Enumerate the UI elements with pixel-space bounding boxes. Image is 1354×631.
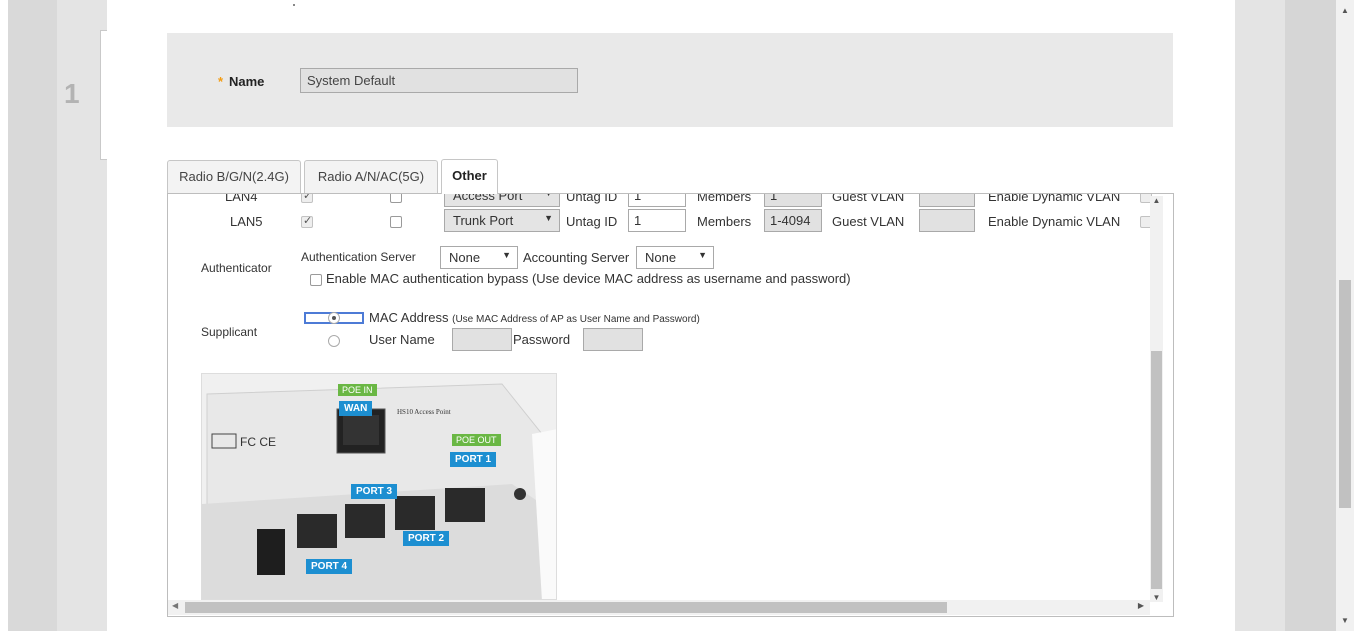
password-label: Password [513, 332, 571, 347]
scroll-down-icon[interactable]: ▼ [1336, 616, 1354, 625]
name-label: Name [229, 74, 265, 89]
required-marker: * [218, 74, 224, 89]
lan4-members-input[interactable]: 1 [764, 194, 822, 207]
lan5-port-type-value: Trunk Port [453, 213, 514, 228]
lan4-port-type-value: Access Port [453, 193, 523, 203]
lan4-label: LAN4 [225, 193, 258, 204]
lan4-guest-vlan-label: Guest VLAN [832, 193, 905, 204]
content-horizontal-scrollbar[interactable]: ◀ ▶ [168, 600, 1150, 615]
mac-address-radio[interactable] [328, 312, 340, 324]
lan5-enable-checkbox[interactable] [301, 214, 313, 228]
auth-server-select[interactable]: None ▼ [440, 246, 518, 269]
lan4-dynamic-vlan-label: Enable Dynamic VLAN [988, 193, 1121, 204]
content-vertical-scrollbar[interactable]: ▲ ▼ [1150, 196, 1163, 602]
scroll-up-icon[interactable]: ▲ [1150, 196, 1163, 205]
name-input[interactable]: System Default [300, 68, 578, 93]
chevron-down-icon: ▼ [502, 250, 511, 260]
lan4-option-checkbox[interactable] [390, 194, 402, 203]
scroll-up-icon[interactable]: ▲ [1336, 6, 1354, 15]
mac-option-title: MAC Address [369, 310, 449, 325]
chevron-down-icon: ▼ [544, 193, 553, 198]
authenticator-label: Authenticator [201, 261, 272, 275]
tab-other[interactable]: Other [441, 159, 498, 194]
right-gutter [1235, 0, 1285, 631]
lan5-option-checkbox[interactable] [390, 216, 402, 228]
svg-text:HS10 Access Point: HS10 Access Point [397, 408, 451, 416]
username-label: User Name [369, 332, 435, 347]
wan-badge: WAN [339, 401, 373, 416]
left-margin [0, 0, 8, 631]
poe-out-badge: POE OUT [452, 434, 501, 446]
page-vertical-scrollbar[interactable]: ▲ ▼ [1336, 0, 1354, 631]
port1-badge: PORT 1 [450, 452, 497, 467]
lan5-label: LAN5 [230, 214, 263, 229]
mac-bypass-label: Enable MAC authentication bypass (Use de… [326, 271, 851, 286]
auth-server-value: None [449, 250, 481, 265]
lan5-untag-id-input[interactable]: 1 [628, 209, 686, 232]
lan5-members-input[interactable]: 1-4094 [764, 209, 822, 232]
lan5-guest-vlan-input[interactable] [919, 209, 975, 232]
chevron-down-icon: ▼ [544, 213, 553, 223]
scroll-thumb[interactable] [185, 602, 947, 613]
scroll-down-icon[interactable]: ▼ [1150, 593, 1163, 602]
lan4-guest-vlan-input[interactable] [919, 194, 975, 207]
lan4-port-type-select[interactable]: Access Port ▼ [444, 193, 560, 207]
separator-dot [293, 4, 295, 6]
acct-server-label: Accounting Server [523, 250, 630, 265]
lan4-untag-id-input[interactable]: 1 [628, 194, 686, 207]
tab-radio-5g[interactable]: Radio A/N/AC(5G) [304, 160, 438, 194]
lan4-members-label: Members [697, 193, 752, 204]
lan5-members-label: Members [697, 214, 752, 229]
scroll-left-icon[interactable]: ◀ [172, 601, 178, 610]
step-number: 1 [64, 78, 80, 109]
svg-text:FC CE: FC CE [240, 435, 276, 449]
password-input[interactable] [583, 328, 643, 351]
username-input[interactable] [452, 328, 512, 351]
port4-badge: PORT 4 [306, 559, 353, 574]
poe-in-badge: POE IN [338, 384, 377, 396]
lan4-enable-checkbox[interactable] [301, 194, 313, 203]
lan5-guest-vlan-label: Guest VLAN [832, 214, 905, 229]
lan5-untag-label: Untag ID [566, 214, 618, 229]
mac-bypass-checkbox[interactable] [310, 274, 322, 286]
supplicant-label: Supplicant [201, 325, 258, 339]
acct-server-select[interactable]: None ▼ [636, 246, 714, 269]
port3-badge: PORT 3 [351, 484, 398, 499]
chevron-down-icon: ▼ [698, 250, 707, 260]
lan5-dynamic-vlan-label: Enable Dynamic VLAN [988, 214, 1121, 229]
scroll-right-icon[interactable]: ▶ [1138, 601, 1144, 610]
lan5-port-type-select[interactable]: Trunk Port ▼ [444, 209, 560, 232]
right-margin [1285, 0, 1336, 631]
port2-badge: PORT 2 [403, 531, 450, 546]
tab-radio-24g[interactable]: Radio B/G/N(2.4G) [167, 160, 301, 194]
mac-option-note: (Use MAC Address of AP as User Name and … [452, 314, 700, 325]
auth-server-label: Authentication Server [301, 250, 416, 264]
scroll-thumb[interactable] [1151, 351, 1162, 589]
access-point-image: FC CE HS10 Access Point POE IN WAN POE O… [201, 373, 557, 600]
username-radio[interactable] [328, 335, 340, 347]
lan4-untag-label: Untag ID [566, 193, 618, 204]
acct-server-value: None [645, 250, 677, 265]
scroll-thumb[interactable] [1339, 280, 1351, 508]
mac-option-label: MAC Address (Use MAC Address of AP as Us… [369, 310, 700, 325]
